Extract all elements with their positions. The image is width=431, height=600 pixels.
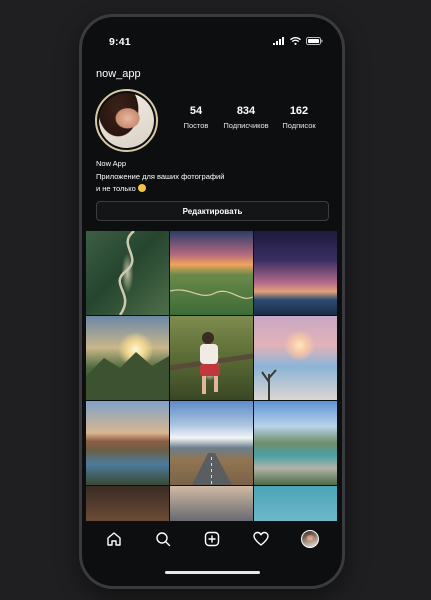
nav-profile[interactable] [295, 524, 325, 554]
road-hills-graphic [170, 289, 253, 299]
nav-add-post[interactable] [197, 524, 227, 554]
status-bar: 9:41 [82, 17, 342, 55]
profile-username: now_app [96, 68, 141, 80]
photo-tile[interactable] [170, 401, 253, 485]
bio-text: Приложение для ваших фотографий и не тол… [96, 171, 276, 195]
nav-home[interactable] [99, 524, 129, 554]
profile-stats: 54 Постов 834 Подписчиков 162 Подписок [174, 105, 324, 130]
photo-tile[interactable] [86, 231, 169, 315]
photo-tile[interactable] [254, 316, 337, 400]
bio-name: Now App [96, 159, 127, 168]
edit-profile-button[interactable]: Редактировать [96, 201, 329, 221]
avatar-image [99, 93, 154, 148]
road-curve-graphic [118, 231, 135, 315]
stat-posts-value: 54 [189, 105, 203, 117]
battery-icon [306, 37, 323, 45]
photo-grid [86, 231, 338, 521]
profile-avatar[interactable] [95, 89, 158, 152]
app-screen: 9:41 now_app 54 Постов 834 Подписчиков 1… [82, 17, 342, 586]
photo-tile[interactable] [254, 486, 337, 521]
smile-emoji-icon [137, 184, 146, 192]
road-perspective-graphic [192, 453, 232, 485]
bio-line-2: и не только [96, 184, 136, 193]
search-icon [156, 532, 171, 547]
stat-following-value: 162 [289, 105, 309, 117]
person-on-tree-graphic [170, 332, 253, 394]
phone-frame: 9:41 now_app 54 Постов 834 Подписчиков 1… [79, 14, 345, 589]
photo-tile[interactable] [86, 486, 169, 521]
stat-followers-value: 834 [236, 105, 256, 117]
photo-tile[interactable] [86, 401, 169, 485]
stat-posts-label: Постов [183, 121, 209, 130]
photo-tile[interactable] [254, 401, 337, 485]
signal-icon [273, 37, 284, 45]
add-post-icon [204, 531, 220, 547]
photo-tile[interactable] [170, 486, 253, 521]
bio-line-1: Приложение для ваших фотографий [96, 172, 225, 181]
profile-avatar-icon [300, 530, 319, 548]
nav-search[interactable] [148, 524, 178, 554]
stat-following[interactable]: 162 Подписок [274, 105, 324, 130]
status-icons [273, 37, 323, 45]
mountain-silhouette-graphic [86, 352, 169, 400]
stat-followers[interactable]: 834 Подписчиков [218, 105, 274, 130]
stat-following-label: Подписок [282, 121, 316, 130]
wifi-icon [290, 37, 301, 45]
photo-tile[interactable] [170, 231, 253, 315]
home-indicator[interactable] [165, 571, 260, 574]
home-icon [107, 532, 122, 546]
status-time: 9:41 [109, 36, 131, 48]
heart-icon [253, 531, 269, 546]
stat-posts[interactable]: 54 Постов [174, 105, 218, 130]
nav-activity[interactable] [246, 524, 276, 554]
plant-silhouette-graphic [261, 369, 277, 400]
photo-tile[interactable] [86, 316, 169, 400]
bio-line-2-wrap: и не только [96, 183, 276, 195]
bottom-nav [82, 521, 342, 557]
stat-followers-label: Подписчиков [223, 121, 269, 130]
photo-tile[interactable] [254, 231, 337, 315]
photo-tile[interactable] [170, 316, 253, 400]
